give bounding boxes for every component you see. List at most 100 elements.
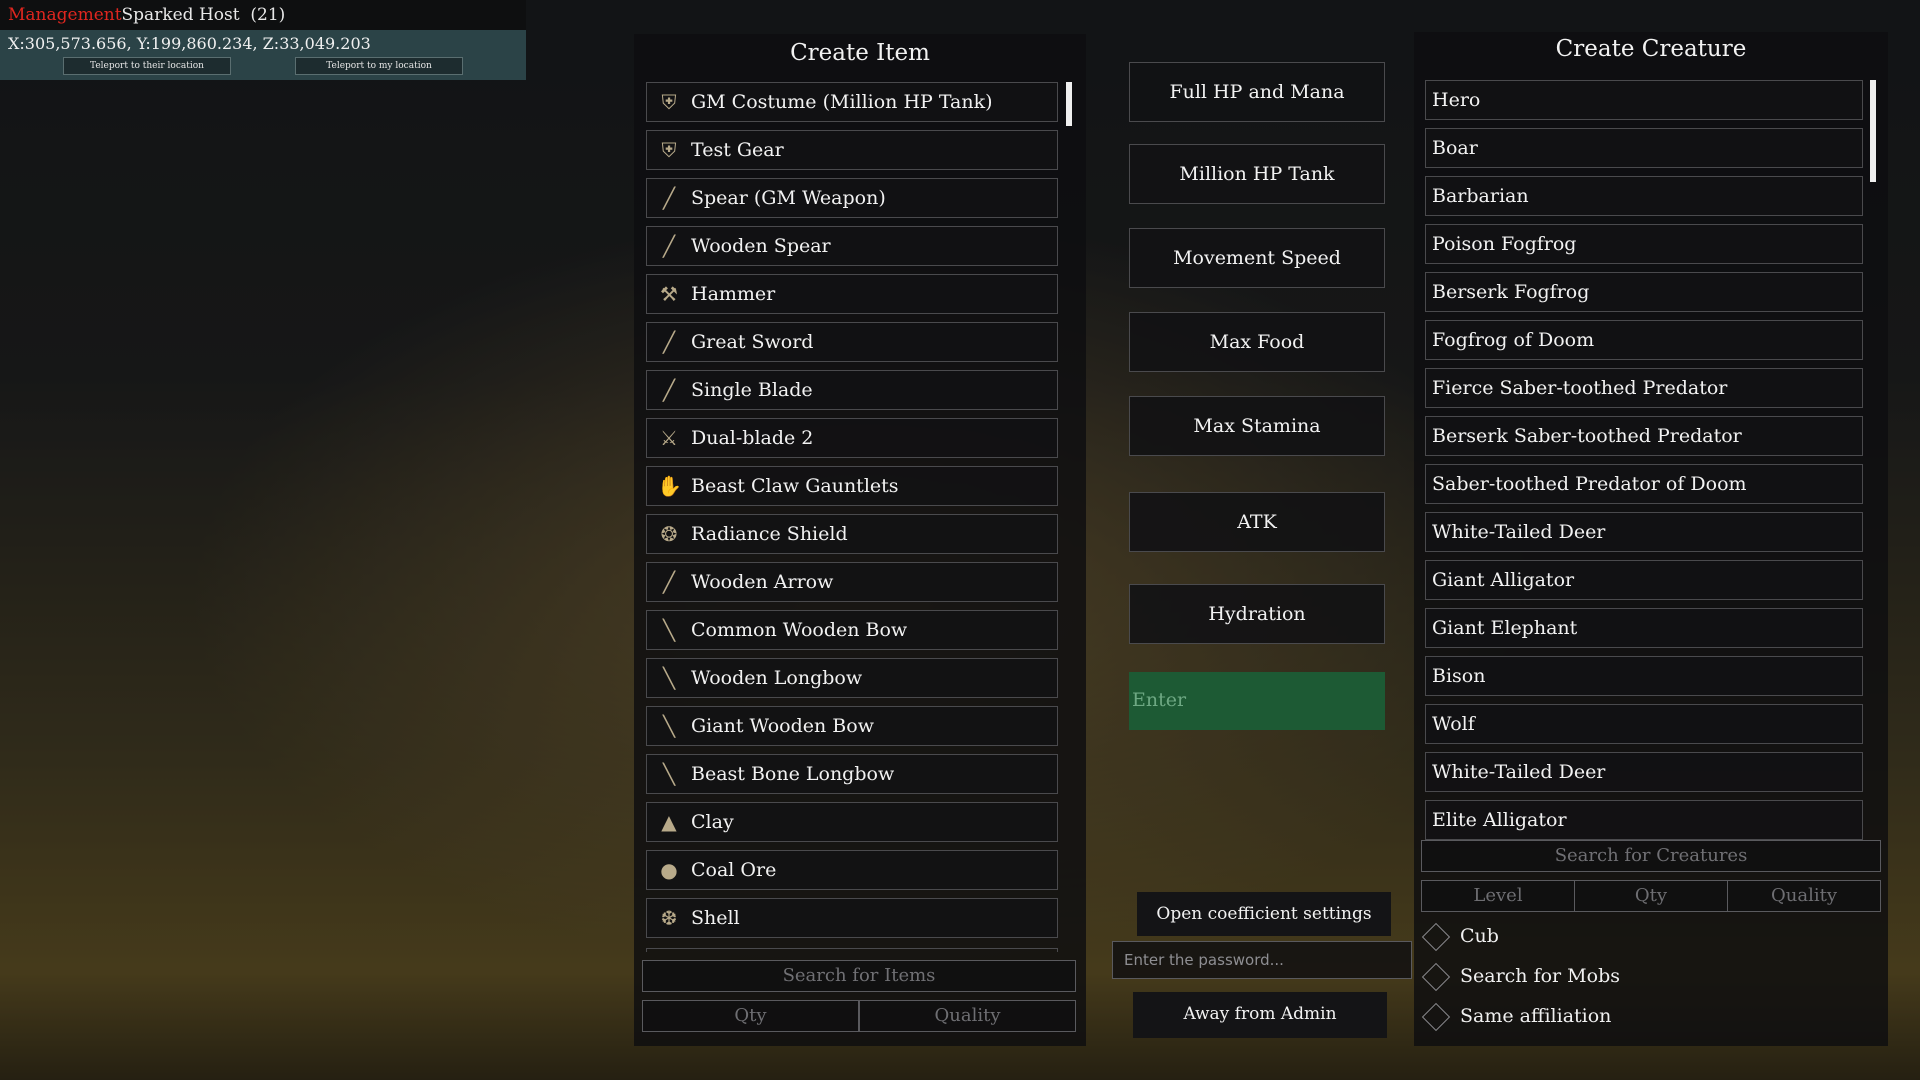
creature-label: Giant Alligator [1432, 569, 1575, 591]
full-hp-mana-button[interactable]: Full HP and Mana [1129, 62, 1385, 122]
creature-row[interactable]: Berserk Saber-toothed Predator [1425, 416, 1863, 456]
item-row[interactable]: ╱ Wooden Arrow [646, 562, 1058, 602]
creature-label: Fogfrog of Doom [1432, 329, 1595, 351]
max-stamina-button[interactable]: Max Stamina [1129, 396, 1385, 456]
item-row[interactable]: ╲ Wooden Longbow [646, 658, 1058, 698]
item-label: Beast Claw Gauntlets [691, 475, 899, 497]
creature-label: Fierce Saber-toothed Predator [1432, 377, 1728, 399]
shield-icon: ❂ [660, 522, 678, 546]
cub-label: Cub [1460, 925, 1499, 947]
item-row[interactable]: ╲ Beast Bone Longbow [646, 754, 1058, 794]
sword-icon: ╱ [662, 330, 676, 354]
item-row[interactable]: ● Coal Ore [646, 850, 1058, 890]
atk-button[interactable]: ATK [1129, 492, 1385, 552]
item-row[interactable]: ✋ Beast Claw Gauntlets [646, 466, 1058, 506]
enter-button[interactable]: Enter [1129, 672, 1385, 730]
hydration-button[interactable]: Hydration [1129, 584, 1385, 644]
item-row[interactable]: ⚒ Hammer [646, 274, 1058, 314]
create-creature-panel: Create Creature Hero Boar Barbarian Poison … [1414, 32, 1888, 1046]
creature-row[interactable]: Hero [1425, 80, 1863, 120]
creature-label: Hero [1432, 89, 1481, 111]
item-row[interactable]: ╲ Common Wooden Bow [646, 610, 1058, 650]
creature-row[interactable]: Poison Fogfrog [1425, 224, 1863, 264]
search-for-mobs-checkbox[interactable] [1421, 962, 1451, 992]
item-row[interactable]: ▲ Clay [646, 802, 1058, 842]
away-from-admin-button[interactable]: Away from Admin [1133, 992, 1387, 1038]
creature-row[interactable]: Wolf [1425, 704, 1863, 744]
item-row[interactable]: ╱ Single Blade [646, 370, 1058, 410]
creature-row[interactable]: Elite Alligator [1425, 800, 1863, 840]
hammer-icon: ⚒ [660, 282, 678, 306]
create-item-title: Create Item [790, 40, 930, 66]
creature-row[interactable]: Boar [1425, 128, 1863, 168]
password-input[interactable]: Enter the password... [1112, 941, 1412, 979]
item-row[interactable]: ╲ Giant Wooden Bow [646, 706, 1058, 746]
creature-label: Wolf [1432, 713, 1475, 735]
creature-row[interactable]: Giant Alligator [1425, 560, 1863, 600]
creature-row[interactable]: Berserk Fogfrog [1425, 272, 1863, 312]
item-label: Dual-blade 2 [691, 427, 814, 449]
item-list-scrollbar[interactable] [1066, 82, 1072, 126]
player-header: ManagementSparked Host (21) [8, 5, 285, 25]
item-quality-field[interactable]: Quality [859, 1000, 1076, 1032]
creature-list-scrollbar[interactable] [1870, 80, 1876, 182]
bow-icon: ╲ [662, 714, 676, 738]
shell-icon: ❆ [660, 906, 678, 930]
creature-row[interactable]: Giant Elephant [1425, 608, 1863, 648]
search-creatures-input[interactable]: Search for Creatures [1421, 840, 1881, 872]
creature-row[interactable]: White-Tailed Deer [1425, 512, 1863, 552]
cub-checkbox[interactable] [1421, 922, 1451, 952]
player-level: (21) [250, 5, 286, 25]
blade-icon: ╱ [662, 378, 676, 402]
item-label: GM Costume (Million HP Tank) [691, 91, 993, 113]
same-affiliation-checkbox[interactable] [1421, 1002, 1451, 1032]
creature-label: White-Tailed Deer [1432, 521, 1606, 543]
item-row[interactable]: ⚔ Dual-blade 2 [646, 418, 1058, 458]
item-label: Test Gear [691, 139, 784, 161]
teleport-to-their-location-button[interactable]: Teleport to their location [63, 57, 231, 75]
item-label: Clay [691, 811, 734, 833]
creature-row[interactable]: White-Tailed Deer [1425, 752, 1863, 792]
ore-icon: ● [660, 858, 678, 882]
list-item-partial [646, 948, 1058, 952]
creature-row[interactable]: Barbarian [1425, 176, 1863, 216]
player-name: Sparked Host [121, 5, 240, 25]
creature-quality-field[interactable]: Quality [1727, 880, 1881, 912]
item-label: Common Wooden Bow [691, 619, 908, 641]
player-coordinates: X:305,573.656, Y:199,860.234, Z:33,049.2… [8, 34, 371, 53]
item-row[interactable]: ╱ Spear (GM Weapon) [646, 178, 1058, 218]
item-row[interactable]: ╱ Great Sword [646, 322, 1058, 362]
item-label: Wooden Spear [691, 235, 831, 257]
bow-icon: ╲ [662, 762, 676, 786]
arrow-icon: ╱ [662, 570, 676, 594]
creature-label: Berserk Saber-toothed Predator [1432, 425, 1742, 447]
same-affiliation-label: Same affiliation [1460, 1005, 1612, 1027]
search-items-input[interactable]: Search for Items [642, 960, 1076, 992]
gauntlet-icon: ✋ [657, 474, 682, 498]
creature-row[interactable]: Fierce Saber-toothed Predator [1425, 368, 1863, 408]
max-food-button[interactable]: Max Food [1129, 312, 1385, 372]
item-row[interactable]: ╱ Wooden Spear [646, 226, 1058, 266]
creature-level-field[interactable]: Level [1421, 880, 1575, 912]
open-coefficient-settings-button[interactable]: Open coefficient settings [1137, 892, 1391, 936]
creature-row[interactable]: Fogfrog of Doom [1425, 320, 1863, 360]
item-label: Coal Ore [691, 859, 777, 881]
million-hp-tank-button[interactable]: Million HP Tank [1129, 144, 1385, 204]
armor-icon: ⛨ [661, 138, 677, 162]
item-row[interactable]: ❆ Shell [646, 898, 1058, 938]
creature-row[interactable]: Bison [1425, 656, 1863, 696]
item-qty-field[interactable]: Qty [642, 1000, 859, 1032]
creature-qty-field[interactable]: Qty [1574, 880, 1728, 912]
teleport-to-my-location-button[interactable]: Teleport to my location [295, 57, 463, 75]
item-row[interactable]: ❂ Radiance Shield [646, 514, 1058, 554]
creature-label: Poison Fogfrog [1432, 233, 1577, 255]
movement-speed-button[interactable]: Movement Speed [1129, 228, 1385, 288]
bow-icon: ╲ [662, 618, 676, 642]
creature-row[interactable]: Saber-toothed Predator of Doom [1425, 464, 1863, 504]
create-creature-title: Create Creature [1555, 36, 1747, 62]
item-row[interactable]: ⛨ GM Costume (Million HP Tank) [646, 82, 1058, 122]
item-row[interactable]: ⛨ Test Gear [646, 130, 1058, 170]
creature-label: Bison [1432, 665, 1486, 687]
item-label: Wooden Longbow [691, 667, 863, 689]
player-role: Management [8, 5, 122, 25]
